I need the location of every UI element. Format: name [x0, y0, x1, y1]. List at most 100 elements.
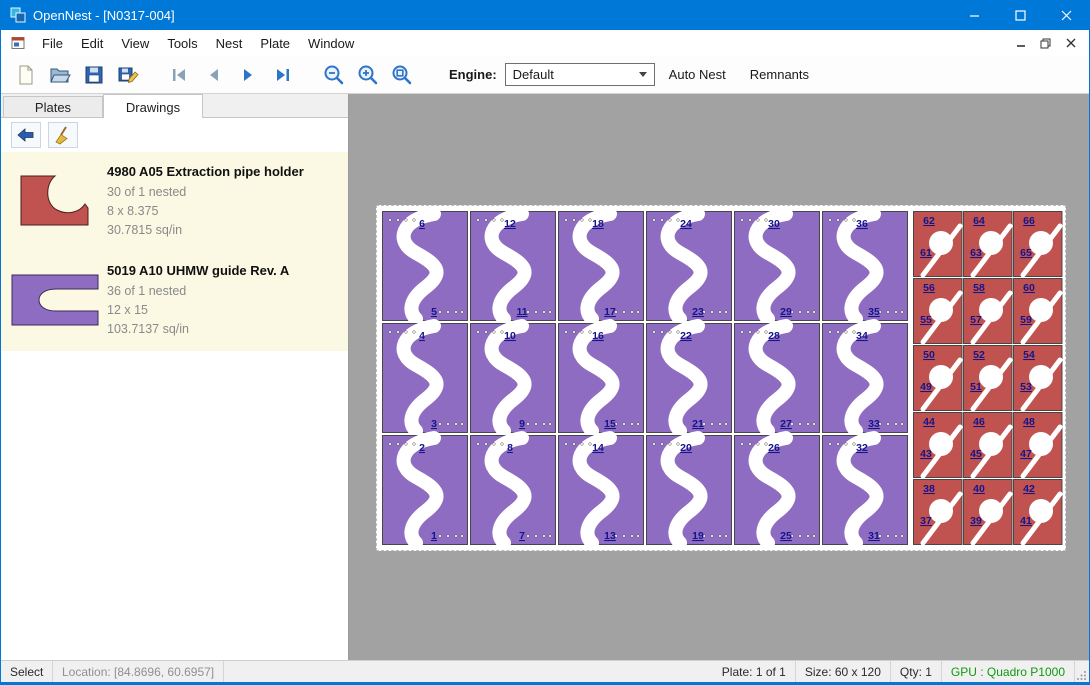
- svg-text:46: 46: [973, 416, 985, 428]
- nested-part-pair[interactable]: 5857: [964, 279, 1013, 344]
- arrow-left-icon: [16, 126, 36, 144]
- nested-part-pair[interactable]: 3433: [823, 324, 908, 433]
- nav-next-icon: [237, 64, 259, 86]
- nested-part-pair[interactable]: 4443: [914, 413, 963, 478]
- nested-part-pair[interactable]: 6463: [964, 212, 1013, 277]
- save-as-button[interactable]: [113, 60, 143, 90]
- menu-edit[interactable]: Edit: [72, 32, 112, 55]
- nested-part-pair[interactable]: 21: [383, 436, 468, 545]
- svg-text:16: 16: [592, 330, 604, 342]
- toolbar: Engine: Default Auto Nest Remnants: [1, 56, 1089, 94]
- svg-text:29: 29: [780, 306, 792, 318]
- menu-file[interactable]: File: [33, 32, 72, 55]
- nested-part-pair[interactable]: 2625: [735, 436, 820, 545]
- open-button[interactable]: [45, 60, 75, 90]
- document-icon: [11, 36, 25, 50]
- nav-next-button[interactable]: [233, 60, 263, 90]
- drawings-list: 4980 A05 Extraction pipe holder 30 of 1 …: [1, 152, 348, 351]
- svg-text:45: 45: [970, 448, 982, 460]
- nested-part-pair[interactable]: 4847: [1014, 413, 1063, 478]
- new-button[interactable]: [11, 60, 41, 90]
- nested-part-pair[interactable]: 1615: [559, 324, 644, 433]
- svg-text:50: 50: [923, 349, 935, 361]
- svg-text:19: 19: [692, 530, 704, 542]
- nested-part-pair[interactable]: 4039: [964, 480, 1013, 545]
- mdi-close-button[interactable]: [1060, 34, 1081, 53]
- nested-part-pair[interactable]: 4241: [1014, 480, 1063, 545]
- cleanup-button[interactable]: [48, 122, 78, 148]
- svg-text:51: 51: [970, 381, 982, 393]
- nested-part-pair[interactable]: 2221: [647, 324, 732, 433]
- save-button[interactable]: [79, 60, 109, 90]
- svg-text:49: 49: [920, 381, 932, 393]
- nested-part-pair[interactable]: 2019: [647, 436, 732, 545]
- mdi-window-controls: [1010, 34, 1089, 53]
- menu-plate[interactable]: Plate: [251, 32, 299, 55]
- statusbar: Select Location: [84.8696, 60.6957] Plat…: [1, 660, 1089, 682]
- titlebar: OpenNest - [N0317-004]: [1, 0, 1089, 30]
- zoom-in-button[interactable]: [353, 60, 383, 90]
- nav-last-button[interactable]: [267, 60, 297, 90]
- menu-nest[interactable]: Nest: [207, 32, 252, 55]
- nested-part-pair[interactable]: 3231: [823, 436, 908, 545]
- nested-part-pair[interactable]: 1817: [559, 212, 644, 321]
- svg-text:12: 12: [504, 218, 516, 230]
- maximize-button[interactable]: [997, 0, 1043, 30]
- svg-text:65: 65: [1020, 247, 1032, 259]
- tab-drawings[interactable]: Drawings: [103, 94, 203, 118]
- zoom-fit-button[interactable]: [387, 60, 417, 90]
- nest-canvas[interactable]: 6512111817242330293635431091615222128273…: [349, 94, 1089, 660]
- mdi-restore-button[interactable]: [1035, 34, 1056, 53]
- nested-part-pair[interactable]: 2423: [647, 212, 732, 321]
- svg-text:37: 37: [920, 515, 932, 527]
- nested-part-pair[interactable]: 5655: [914, 279, 963, 344]
- drawing-info: 5019 A10 UHMW guide Rev. A 36 of 1 neste…: [103, 261, 289, 338]
- drawing-size: 8 x 8.375: [107, 202, 304, 221]
- nested-part-pair[interactable]: 109: [471, 324, 556, 433]
- tab-plates[interactable]: Plates: [3, 96, 103, 117]
- minimize-button[interactable]: [951, 0, 997, 30]
- mdi-minimize-button[interactable]: [1010, 34, 1031, 53]
- svg-text:28: 28: [768, 330, 780, 342]
- nested-part-pair[interactable]: 6261: [914, 212, 963, 277]
- engine-select[interactable]: Default: [505, 63, 655, 86]
- nested-part-pair[interactable]: 5453: [1014, 346, 1063, 411]
- nested-part-pair[interactable]: 65: [383, 212, 468, 321]
- nested-part-pair[interactable]: 30 29: [735, 212, 820, 321]
- nested-part-pair[interactable]: 1413: [559, 436, 644, 545]
- engine-label: Engine:: [449, 67, 497, 82]
- nested-part-pair[interactable]: 87: [471, 436, 556, 545]
- close-button[interactable]: [1043, 0, 1089, 30]
- nav-previous-button[interactable]: [199, 60, 229, 90]
- list-item[interactable]: 4980 A05 Extraction pipe holder 30 of 1 …: [1, 152, 348, 251]
- nested-part-pair[interactable]: 6059: [1014, 279, 1063, 344]
- resize-grip[interactable]: [1075, 661, 1089, 682]
- plate-parts[interactable]: 6512111817242330293635431091615222128273…: [377, 206, 1065, 550]
- nested-part-pair[interactable]: 6665: [1014, 212, 1063, 277]
- svg-text:43: 43: [920, 448, 932, 460]
- svg-text:62: 62: [923, 215, 935, 227]
- nested-part-pair[interactable]: 3837: [914, 480, 963, 545]
- svg-text:57: 57: [970, 314, 982, 326]
- nav-first-button[interactable]: [165, 60, 195, 90]
- svg-text:5: 5: [431, 306, 437, 318]
- nested-part-pair[interactable]: 2827: [735, 324, 820, 433]
- nested-part-pair[interactable]: 3635: [823, 212, 908, 321]
- nested-part-pair[interactable]: 46 45: [964, 413, 1013, 478]
- menu-tools[interactable]: Tools: [158, 32, 206, 55]
- remnants-button[interactable]: Remnants: [740, 61, 819, 88]
- nested-part-pair[interactable]: 50 49: [914, 346, 963, 411]
- auto-nest-button[interactable]: Auto Nest: [659, 61, 736, 88]
- nested-part-pair[interactable]: 5251: [964, 346, 1013, 411]
- zoom-out-button[interactable]: [319, 60, 349, 90]
- nested-part-pair[interactable]: 1211: [471, 212, 556, 321]
- svg-text:13: 13: [604, 530, 616, 542]
- nested-part-pair[interactable]: 43: [383, 324, 468, 433]
- menu-view[interactable]: View: [112, 32, 158, 55]
- move-to-plate-button[interactable]: [11, 122, 41, 148]
- menu-window[interactable]: Window: [299, 32, 363, 55]
- plate[interactable]: 6512111817242330293635431091615222128273…: [376, 205, 1066, 551]
- svg-text:30: 30: [768, 218, 780, 230]
- chevron-down-icon: [639, 72, 647, 77]
- list-item[interactable]: 5019 A10 UHMW guide Rev. A 36 of 1 neste…: [1, 251, 348, 350]
